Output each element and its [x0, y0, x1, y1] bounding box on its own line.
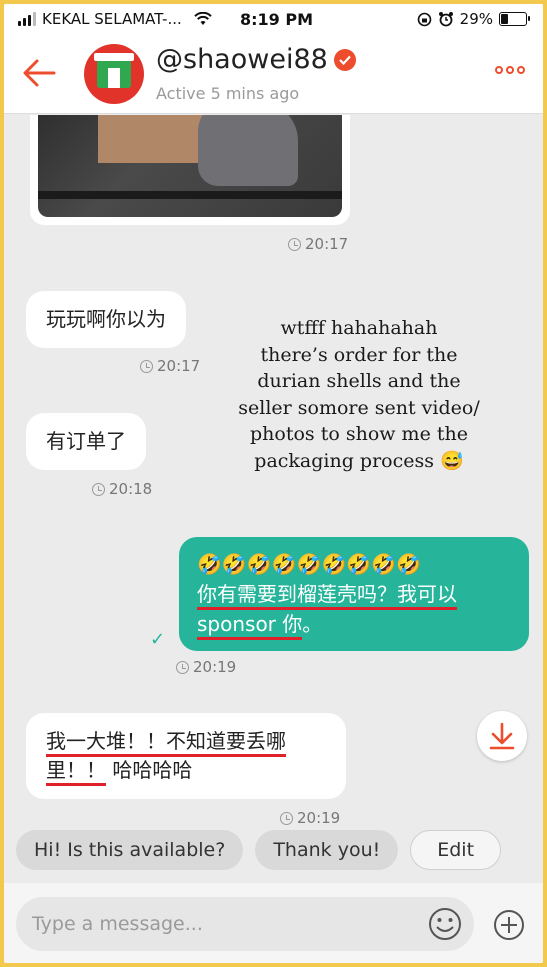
outgoing-message[interactable]: 🤣🤣🤣🤣🤣🤣🤣🤣🤣 你有需要到榴莲壳吗？我可以 sponsor 你。 [179, 537, 529, 651]
status-right: 29% [417, 10, 530, 28]
sent-check-icon: ✓ [150, 629, 166, 650]
caption-line: wtfff hahahahah [280, 317, 438, 339]
carrier-name: KEKAL SELAMAT-... [42, 10, 182, 28]
incoming-message[interactable]: 玩玩啊你以为 [26, 291, 186, 348]
battery-percent: 29% [459, 10, 493, 28]
message-text: 有订单了 [46, 429, 126, 453]
message-text: sponsor 你 [197, 612, 303, 640]
avatar[interactable] [84, 44, 144, 104]
chat-messages[interactable]: 20:17 玩玩啊你以为 20:17 有订单了 20:18 wtfff haha… [4, 115, 543, 825]
clock-icon [140, 359, 153, 373]
incoming-message[interactable]: 有订单了 [26, 413, 146, 470]
quick-reply-edit-button[interactable]: Edit [410, 830, 502, 870]
image-message[interactable] [30, 115, 350, 225]
status-left: KEKAL SELAMAT-... [18, 10, 212, 28]
wifi-icon [194, 12, 212, 25]
quick-replies: Hi! Is this available? Thank you! Edit [16, 830, 502, 870]
username-text: @shaowei88 [156, 44, 328, 75]
quick-reply-available[interactable]: Hi! Is this available? [16, 830, 244, 870]
caption-line: durian shells and the [257, 370, 461, 393]
signal-icon [18, 12, 36, 26]
caption-line: there’s order for the [260, 343, 458, 366]
message-text: 你有需要到榴莲壳吗？我可以 [197, 582, 457, 610]
more-options-icon[interactable] [495, 66, 525, 74]
message-timestamp: 20:17 [288, 235, 348, 253]
status-bar: KEKAL SELAMAT-... 8:19 PM 29% [4, 4, 543, 34]
message-input-container[interactable] [16, 897, 474, 951]
message-text: 玩玩啊你以为 [46, 307, 166, 331]
message-timestamp: 20:18 [92, 480, 152, 498]
back-arrow-icon[interactable] [22, 58, 56, 88]
chat-username: @shaowei88 [156, 44, 356, 75]
download-arrow-icon [489, 722, 515, 750]
message-timestamp: 20:17 [140, 357, 200, 375]
caption-line: packaging process 😅 [254, 449, 464, 472]
emoji-icon[interactable] [428, 907, 462, 941]
scroll-down-button[interactable] [477, 711, 527, 761]
shop-logo-icon [94, 53, 134, 88]
active-status: Active 5 mins ago [156, 84, 300, 103]
rotation-lock-icon [417, 12, 431, 26]
message-timestamp: 20:19 [280, 809, 340, 825]
message-text: 里！！ [46, 758, 106, 786]
chat-header: @shaowei88 Active 5 mins ago [4, 34, 543, 114]
clock-icon [92, 482, 105, 496]
overlay-caption: wtfff hahahahah there’s order for the du… [229, 315, 489, 475]
message-text: 我一大堆！！不知道要丢哪 [46, 729, 286, 757]
message-text: 。 [302, 612, 323, 636]
verified-badge-icon [333, 48, 356, 71]
quick-reply-thank-you[interactable]: Thank you! [255, 830, 399, 870]
message-timestamp: 20:19 [176, 658, 236, 676]
screenshot-frame: KEKAL SELAMAT-... 8:19 PM 29% @shaowei88… [4, 4, 543, 963]
clock-icon [288, 237, 301, 251]
caption-line: seller somore sent video/ [238, 396, 480, 419]
message-input[interactable] [32, 897, 412, 951]
alarm-icon [438, 12, 453, 27]
battery-icon [499, 12, 530, 26]
incoming-message[interactable]: 我一大堆！！不知道要丢哪 里！！ 哈哈哈哈 [26, 713, 346, 799]
package-photo[interactable] [38, 115, 342, 217]
clock-icon [280, 811, 293, 825]
status-time: 8:19 PM [240, 10, 314, 29]
add-attachment-icon[interactable] [493, 909, 525, 941]
emoji-row: 🤣🤣🤣🤣🤣🤣🤣🤣🤣 [197, 552, 422, 576]
message-text: 哈哈哈哈 [112, 758, 193, 782]
clock-icon [176, 660, 189, 674]
caption-line: photos to show me the [250, 423, 468, 446]
message-input-bar [4, 883, 543, 963]
